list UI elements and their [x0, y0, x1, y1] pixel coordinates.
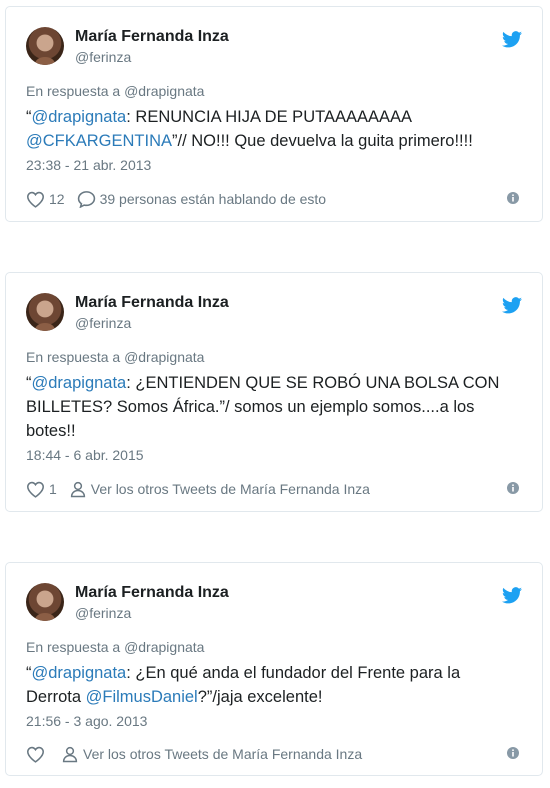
author-handle[interactable]: @ferinza: [75, 315, 131, 331]
mention-link[interactable]: @drapignata: [32, 664, 127, 682]
mention-link[interactable]: @FilmusDaniel: [86, 688, 198, 706]
reply-prefix: En respuesta a: [26, 639, 121, 655]
like-button[interactable]: 12: [26, 191, 65, 208]
reply-prefix: En respuesta a: [26, 349, 121, 365]
author-name[interactable]: María Fernanda Inza: [75, 294, 229, 312]
avatar[interactable]: [26, 583, 64, 621]
tweet-card[interactable]: María Fernanda Inza @ferinza En respuest…: [5, 562, 543, 776]
mention-link[interactable]: @drapignata: [32, 108, 127, 126]
like-button[interactable]: [26, 746, 49, 763]
text-segment: ?”/jaja excelente!: [197, 688, 323, 706]
tweet-actions: 12 39 personas están hablando de esto: [26, 189, 524, 209]
tweet-actions: Ver los otros Tweets de María Fernanda I…: [26, 744, 524, 764]
twitter-bird-icon[interactable]: [502, 31, 522, 48]
avatar[interactable]: [26, 27, 64, 65]
tweet-timestamp[interactable]: 23:38 - 21 abr. 2013: [26, 157, 151, 173]
info-icon[interactable]: [506, 191, 520, 205]
person-icon: [62, 746, 78, 763]
like-count: 1: [49, 481, 57, 497]
person-icon: [70, 481, 85, 498]
like-count: 12: [49, 191, 65, 207]
like-button[interactable]: 1: [26, 481, 57, 498]
conversation-link[interactable]: 39 personas están hablando de esto: [77, 190, 327, 208]
tweet-text: “@drapignata: ¿En qué anda el fundador d…: [26, 661, 516, 709]
reply-context: En respuesta a @drapignata: [26, 349, 204, 365]
tweet-text: “@drapignata: ¿ENTIENDEN QUE SE ROBÓ UNA…: [26, 371, 516, 443]
author-name[interactable]: María Fernanda Inza: [75, 28, 229, 46]
reply-to-link[interactable]: @drapignata: [124, 83, 204, 99]
action-label: 39 personas están hablando de esto: [99, 191, 327, 207]
reply-to-link[interactable]: @drapignata: [124, 639, 204, 655]
profile-link[interactable]: Ver los otros Tweets de María Fernanda I…: [69, 480, 370, 498]
comment-icon: [77, 191, 95, 208]
info-icon[interactable]: [506, 746, 520, 760]
avatar[interactable]: [26, 293, 64, 331]
heart-icon: [26, 746, 45, 763]
heart-icon: [26, 481, 45, 498]
tweet-timestamp[interactable]: 18:44 - 6 abr. 2015: [26, 447, 144, 463]
twitter-bird-icon[interactable]: [502, 587, 522, 604]
reply-context: En respuesta a @drapignata: [26, 83, 204, 99]
reply-to-link[interactable]: @drapignata: [124, 349, 204, 365]
tweet-card[interactable]: María Fernanda Inza @ferinza En respuest…: [5, 272, 543, 512]
reply-context: En respuesta a @drapignata: [26, 639, 204, 655]
mention-link[interactable]: @CFKARGENTINA: [26, 132, 172, 150]
reply-prefix: En respuesta a: [26, 83, 121, 99]
mention-link[interactable]: @drapignata: [32, 374, 127, 392]
tweet-card[interactable]: María Fernanda Inza @ferinza En respuest…: [5, 6, 543, 222]
tweet-actions: 1 Ver los otros Tweets de María Fernanda…: [26, 479, 524, 499]
text-segment: : RENUNCIA HIJA DE PUTAAAAAAAA: [126, 108, 412, 126]
twitter-bird-icon[interactable]: [502, 297, 522, 314]
author-handle[interactable]: @ferinza: [75, 605, 131, 621]
profile-link[interactable]: Ver los otros Tweets de María Fernanda I…: [61, 745, 362, 763]
text-segment: ”// NO!!! Que devuelva la guita primero!…: [172, 132, 473, 150]
tweet-text: “@drapignata: RENUNCIA HIJA DE PUTAAAAAA…: [26, 105, 516, 153]
info-icon[interactable]: [506, 481, 520, 495]
heart-icon: [26, 191, 45, 208]
tweet-timestamp[interactable]: 21:56 - 3 ago. 2013: [26, 713, 147, 729]
author-name[interactable]: María Fernanda Inza: [75, 584, 229, 602]
action-label: Ver los otros Tweets de María Fernanda I…: [83, 746, 363, 762]
action-label: Ver los otros Tweets de María Fernanda I…: [90, 481, 370, 497]
author-handle[interactable]: @ferinza: [75, 49, 131, 65]
